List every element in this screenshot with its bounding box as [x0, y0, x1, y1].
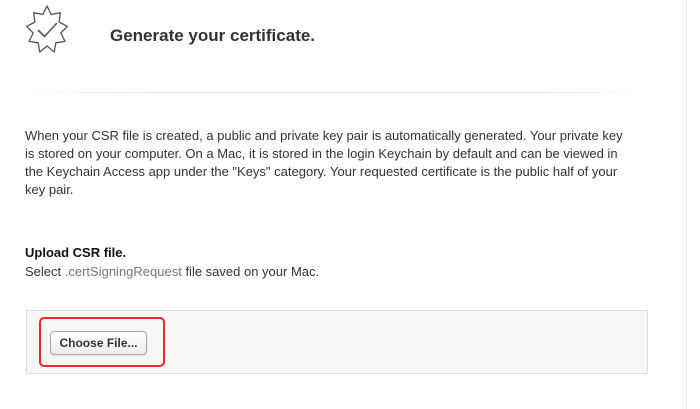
certificate-description: When your CSR file is created, a public … — [25, 128, 623, 197]
csr-file-extension: .certSigningRequest — [64, 264, 182, 279]
header-divider — [24, 92, 640, 93]
page-title: Generate your certificate. — [110, 26, 316, 45]
content-right-border — [686, 0, 687, 409]
choose-file-button[interactable]: Choose File... — [50, 331, 147, 355]
upload-csr-heading: Upload CSR file. — [25, 245, 127, 260]
certificate-generation-page: Generate your certificate. When your CSR… — [0, 0, 700, 409]
upload-help-prefix: Select — [25, 264, 65, 279]
certificate-badge-check-icon — [20, 3, 74, 57]
upload-csr-help-text: Select .certSigningRequest file saved on… — [25, 264, 319, 279]
upload-help-suffix: file saved on your Mac. — [181, 264, 320, 279]
